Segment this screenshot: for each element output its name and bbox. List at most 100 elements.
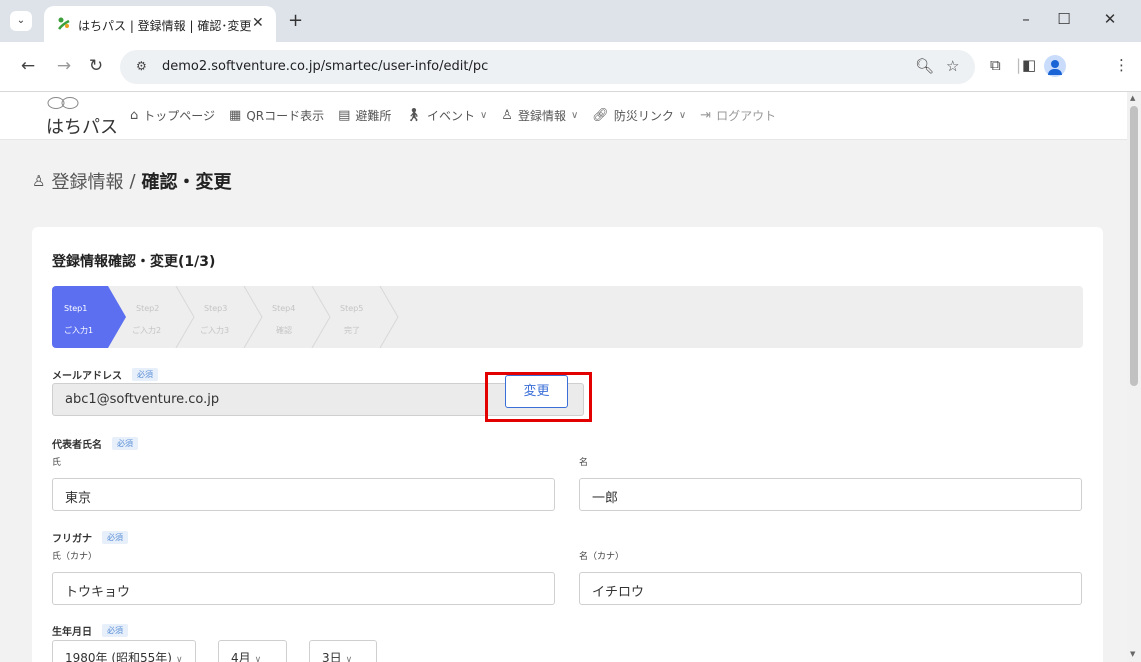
scroll-up-icon[interactable]: ▲ — [1130, 94, 1135, 102]
browser-tab[interactable]: はちパス | 登録情報 | 確認･変更 ✕ — [44, 6, 276, 42]
nav-label: トップページ — [143, 109, 216, 123]
site-header: はちパス ⌂ トップページ ▦ QRコード表示 ▤ 避難所 🚶︎ イベント ∨ … — [0, 92, 1127, 140]
new-tab-icon[interactable]: + — [288, 10, 303, 31]
menu-kebab-icon[interactable]: ⋮ — [1114, 56, 1129, 74]
scroll-down-icon[interactable]: ▼ — [1130, 650, 1135, 658]
nav-item-registration[interactable]: ♙ 登録情報 ∨ — [501, 107, 578, 124]
last-name-label: 氏 — [52, 458, 62, 468]
birth-day-select[interactable]: 3日 ∨ — [309, 640, 377, 662]
browser-toolbar: ← → ↻ ⚙ demo2.softventure.co.jp/smartec/… — [0, 42, 1141, 92]
breadcrumb-parent[interactable]: 登録情報 — [51, 168, 123, 194]
last-kana-label: 氏（カナ） — [52, 552, 98, 562]
birth-year-select[interactable]: 1980年 (昭和55年) ∨ — [52, 640, 196, 662]
name-label-text: 代表者氏名 — [52, 440, 102, 451]
bookmark-star-icon[interactable]: ☆ — [946, 57, 959, 75]
nav-item-event[interactable]: 🚶︎ イベント ∨ — [405, 107, 487, 124]
step-label: Step5 — [340, 304, 364, 313]
qr-code-icon: ▦ — [229, 108, 242, 123]
required-badge: 必須 — [102, 624, 128, 637]
extensions-icon[interactable]: ⧉ — [990, 56, 1001, 74]
birth-month-value: 4月 — [231, 651, 251, 662]
back-icon[interactable]: ← — [18, 56, 38, 76]
step-label: Step4 — [272, 304, 296, 313]
tab-close-icon[interactable]: ✕ — [252, 15, 264, 31]
step-label: Step3 — [204, 304, 228, 313]
page-viewport: はちパス ⌂ トップページ ▦ QRコード表示 ▤ 避難所 🚶︎ イベント ∨ … — [0, 92, 1127, 662]
step-sub: ご入力1 — [64, 326, 94, 335]
step-label: Step1 — [64, 304, 88, 313]
card-title: 登録情報確認・変更(1/3) — [52, 254, 216, 270]
main-nav: ⌂ トップページ ▦ QRコード表示 ▤ 避難所 🚶︎ イベント ∨ ♙ 登録情… — [130, 107, 776, 124]
chevron-down-icon: ∨ — [479, 110, 488, 121]
nav-item-disaster-links[interactable]: 🔗︎ 防災リンク ∨ — [592, 107, 686, 124]
logo-infinity-icon[interactable] — [46, 96, 80, 110]
birth-day-value: 3日 — [322, 651, 342, 662]
nav-item-qr[interactable]: ▦ QRコード表示 — [229, 107, 324, 124]
chevron-down-icon: ∨ — [570, 110, 579, 121]
step-sub: ご入力3 — [200, 326, 230, 335]
step-progress: Step1 ご入力1 Step2 ご入力2 Step3 ご入力3 Step4 確… — [52, 286, 1083, 348]
nav-item-top[interactable]: ⌂ トップページ — [130, 107, 215, 124]
email-label-text: メールアドレス — [52, 371, 122, 382]
required-badge: 必須 — [112, 437, 138, 450]
building-icon: ▤ — [338, 108, 351, 123]
birth-year-value: 1980年 (昭和55年) — [65, 651, 172, 662]
browser-tab-bar: ⌄ はちパス | 登録情報 | 確認･変更 ✕ + – ☐ ✕ — [0, 0, 1141, 42]
page-scrollbar[interactable]: ▲ ▼ — [1127, 92, 1141, 662]
home-icon: ⌂ — [130, 108, 139, 123]
maximize-icon[interactable]: ☐ — [1054, 10, 1074, 28]
scroll-thumb[interactable] — [1130, 106, 1138, 386]
tab-search-button[interactable]: ⌄ — [10, 11, 32, 31]
birthday-label-text: 生年月日 — [52, 627, 92, 638]
nav-label: 登録情報 — [517, 109, 566, 123]
chevron-down-icon: ∨ — [345, 655, 353, 662]
logo-text[interactable]: はちパス — [46, 113, 118, 139]
highlight-annotation — [485, 372, 592, 422]
side-panel-icon[interactable]: ◧ — [1022, 56, 1036, 74]
step-label: Step2 — [136, 304, 160, 313]
first-name-input[interactable]: 一郎 — [579, 478, 1082, 511]
first-kana-input[interactable]: イチロウ — [579, 572, 1082, 605]
last-kana-input[interactable]: トウキョウ — [52, 572, 555, 605]
email-label: メールアドレス 必須 — [52, 367, 158, 382]
kana-label-text: フリガナ — [52, 534, 92, 545]
url-text[interactable]: demo2.softventure.co.jp/smartec/user-inf… — [162, 59, 488, 74]
step-sub: 確認 — [276, 326, 292, 335]
nav-item-logout[interactable]: ⇥ ログアウト — [700, 107, 776, 124]
required-badge: 必須 — [102, 531, 128, 544]
user-icon: ♙ — [32, 172, 46, 190]
reload-icon[interactable]: ↻ — [86, 56, 106, 76]
minimize-icon[interactable]: – — [1016, 10, 1036, 28]
step-sub: ご入力2 — [132, 326, 162, 335]
nav-label: ログアウト — [716, 109, 777, 123]
name-label: 代表者氏名 必須 — [52, 436, 138, 451]
birthday-label: 生年月日 必須 — [52, 623, 128, 638]
site-settings-icon[interactable]: ⚙ — [136, 59, 147, 73]
tab-title: はちパス | 登録情報 | 確認･変更 — [78, 19, 252, 33]
profile-avatar[interactable] — [1044, 55, 1066, 77]
window-close-icon[interactable]: ✕ — [1100, 10, 1120, 28]
address-bar[interactable]: ⚙ demo2.softventure.co.jp/smartec/user-i… — [120, 50, 975, 84]
kana-label: フリガナ 必須 — [52, 530, 128, 545]
user-icon: ♙ — [501, 108, 513, 123]
first-name-label: 名 — [579, 458, 589, 468]
logout-icon: ⇥ — [700, 108, 712, 123]
chevron-down-icon: ∨ — [678, 110, 687, 121]
birth-month-select[interactable]: 4月 ∨ — [218, 640, 287, 662]
nav-label: QRコード表示 — [246, 109, 325, 123]
toolbar-divider: | — [1016, 56, 1022, 74]
breadcrumb: ♙ 登録情報 / 確認・変更 — [32, 168, 232, 194]
site-favicon-icon — [58, 17, 70, 30]
nav-label: 防災リンク — [613, 109, 674, 123]
chevron-down-icon: ∨ — [254, 655, 262, 662]
step-5: Step5 完了 — [324, 286, 404, 348]
zoom-icon[interactable]: 🔍︎ — [915, 57, 934, 75]
forward-icon[interactable]: → — [54, 56, 74, 76]
chevron-down-icon: ∨ — [176, 655, 183, 662]
step-sub: 完了 — [344, 326, 360, 335]
walking-person-icon: 🚶︎ — [405, 108, 422, 123]
required-badge: 必須 — [132, 368, 158, 381]
nav-item-shelter[interactable]: ▤ 避難所 — [338, 107, 391, 124]
breadcrumb-separator: / — [129, 170, 136, 192]
last-name-input[interactable]: 東京 — [52, 478, 555, 511]
